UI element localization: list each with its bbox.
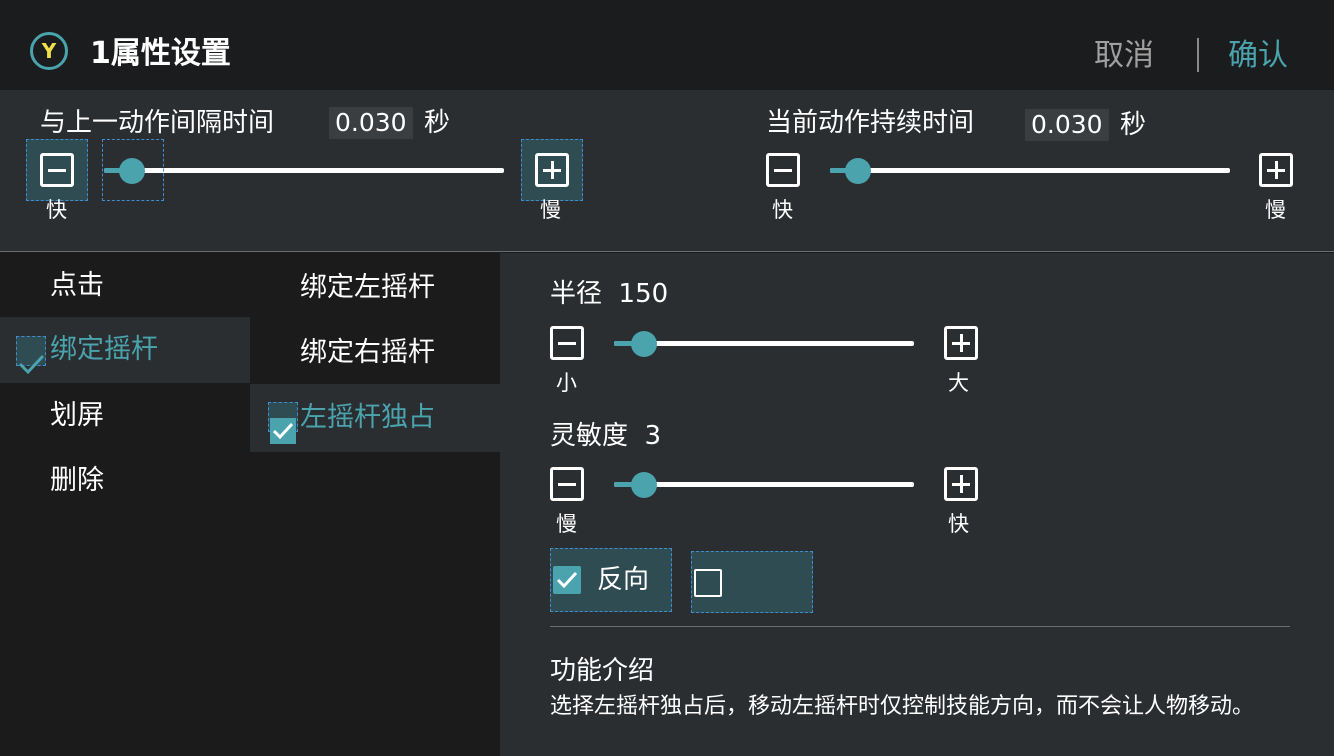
- menu-item-label: 绑定左摇杆: [300, 272, 435, 303]
- check-icon: [16, 336, 46, 375]
- sensitivity-minus-button[interactable]: [550, 467, 584, 501]
- interval-minus-button[interactable]: [40, 153, 74, 187]
- section-divider: [550, 626, 1290, 627]
- intro-text: 选择左摇杆独占后，移动左摇杆时仅控制技能方向，而不会让人物移动。: [550, 694, 1255, 719]
- menu-item-label: 删除: [50, 465, 104, 496]
- checkbox-empty-icon: [694, 569, 722, 597]
- interval-slider-track[interactable]: [104, 168, 504, 173]
- interval-value: 0.030: [329, 107, 413, 139]
- menu-item-delete[interactable]: 删除: [0, 448, 250, 514]
- interval-plus-button[interactable]: [535, 153, 569, 187]
- sensitivity-plus-button[interactable]: [944, 467, 978, 501]
- duration-slider-knob[interactable]: [845, 158, 871, 184]
- header-divider: [1197, 38, 1199, 72]
- reverse-label: 反向: [597, 565, 650, 595]
- sensitivity-label: 灵敏度 3: [550, 421, 662, 451]
- interval-slider-knob[interactable]: [119, 158, 145, 184]
- menu-item-swipe[interactable]: 划屏: [0, 383, 250, 449]
- cancel-button[interactable]: 取消: [1094, 36, 1154, 76]
- radius-value: 150: [618, 279, 669, 309]
- menu-item-left-stick-exclusive[interactable]: 左摇杆独占: [250, 384, 500, 452]
- title-bar: Y 1属性设置 取消 确认: [0, 0, 1334, 90]
- radius-plus-caption: 大: [948, 371, 969, 395]
- interval-minus-caption: 快: [46, 198, 67, 222]
- interval-unit: 秒: [424, 108, 451, 138]
- y-button-icon: Y: [30, 32, 68, 70]
- joystick-binding-menu: 绑定左摇杆 绑定右摇杆 左摇杆独占: [250, 253, 500, 756]
- duration-unit: 秒: [1120, 110, 1147, 140]
- duration-value: 0.030: [1025, 109, 1109, 141]
- timing-panel: 与上一动作间隔时间 0.030 秒 快 慢 当前动作持续时间 0.030 秒 快…: [0, 90, 1334, 252]
- reverse-checkbox[interactable]: 反向: [550, 548, 672, 612]
- menu-item-label: 划屏: [50, 400, 104, 431]
- menu-item-label: 点击: [50, 270, 104, 301]
- duration-minus-caption: 快: [772, 198, 793, 222]
- sensitivity-plus-caption: 快: [948, 512, 969, 536]
- action-type-menu: 点击 绑定摇杆 划屏 删除: [0, 253, 250, 756]
- sensitivity-slider-track[interactable]: [614, 482, 914, 487]
- intro-title: 功能介绍: [550, 656, 655, 686]
- menu-item-bind-right-stick[interactable]: 绑定右摇杆: [250, 320, 500, 386]
- radius-slider-knob[interactable]: [631, 331, 657, 357]
- menu-item-bind-left-stick[interactable]: 绑定左摇杆: [250, 255, 500, 321]
- interval-plus-caption: 慢: [540, 198, 561, 222]
- radius-minus-caption: 小: [556, 371, 577, 395]
- menu-item-label: 绑定右摇杆: [300, 337, 435, 368]
- confirm-button[interactable]: 确认: [1228, 36, 1288, 76]
- menu-item-tap[interactable]: 点击: [0, 253, 250, 319]
- sensitivity-value: 3: [644, 421, 662, 451]
- duration-label: 当前动作持续时间: [766, 108, 975, 138]
- extra-option-checkbox[interactable]: [691, 551, 813, 613]
- menu-item-label: 绑定摇杆: [50, 334, 158, 365]
- menu-item-bind-joystick[interactable]: 绑定摇杆: [0, 317, 250, 383]
- radius-plus-button[interactable]: [944, 326, 978, 360]
- sensitivity-minus-caption: 慢: [556, 512, 577, 536]
- sensitivity-slider-knob[interactable]: [631, 472, 657, 498]
- duration-slider-track[interactable]: [830, 168, 1230, 173]
- duration-minus-button[interactable]: [766, 153, 800, 187]
- menu-item-label: 左摇杆独占: [300, 402, 435, 433]
- check-icon: [268, 402, 298, 444]
- radius-slider-track[interactable]: [614, 341, 914, 346]
- radius-minus-button[interactable]: [550, 326, 584, 360]
- duration-plus-caption: 慢: [1265, 198, 1286, 222]
- radius-label: 半径 150: [550, 279, 669, 309]
- checkbox-checked-icon: [553, 566, 581, 594]
- duration-plus-button[interactable]: [1259, 153, 1293, 187]
- page-title: 1属性设置: [90, 36, 231, 71]
- interval-label: 与上一动作间隔时间: [40, 108, 275, 138]
